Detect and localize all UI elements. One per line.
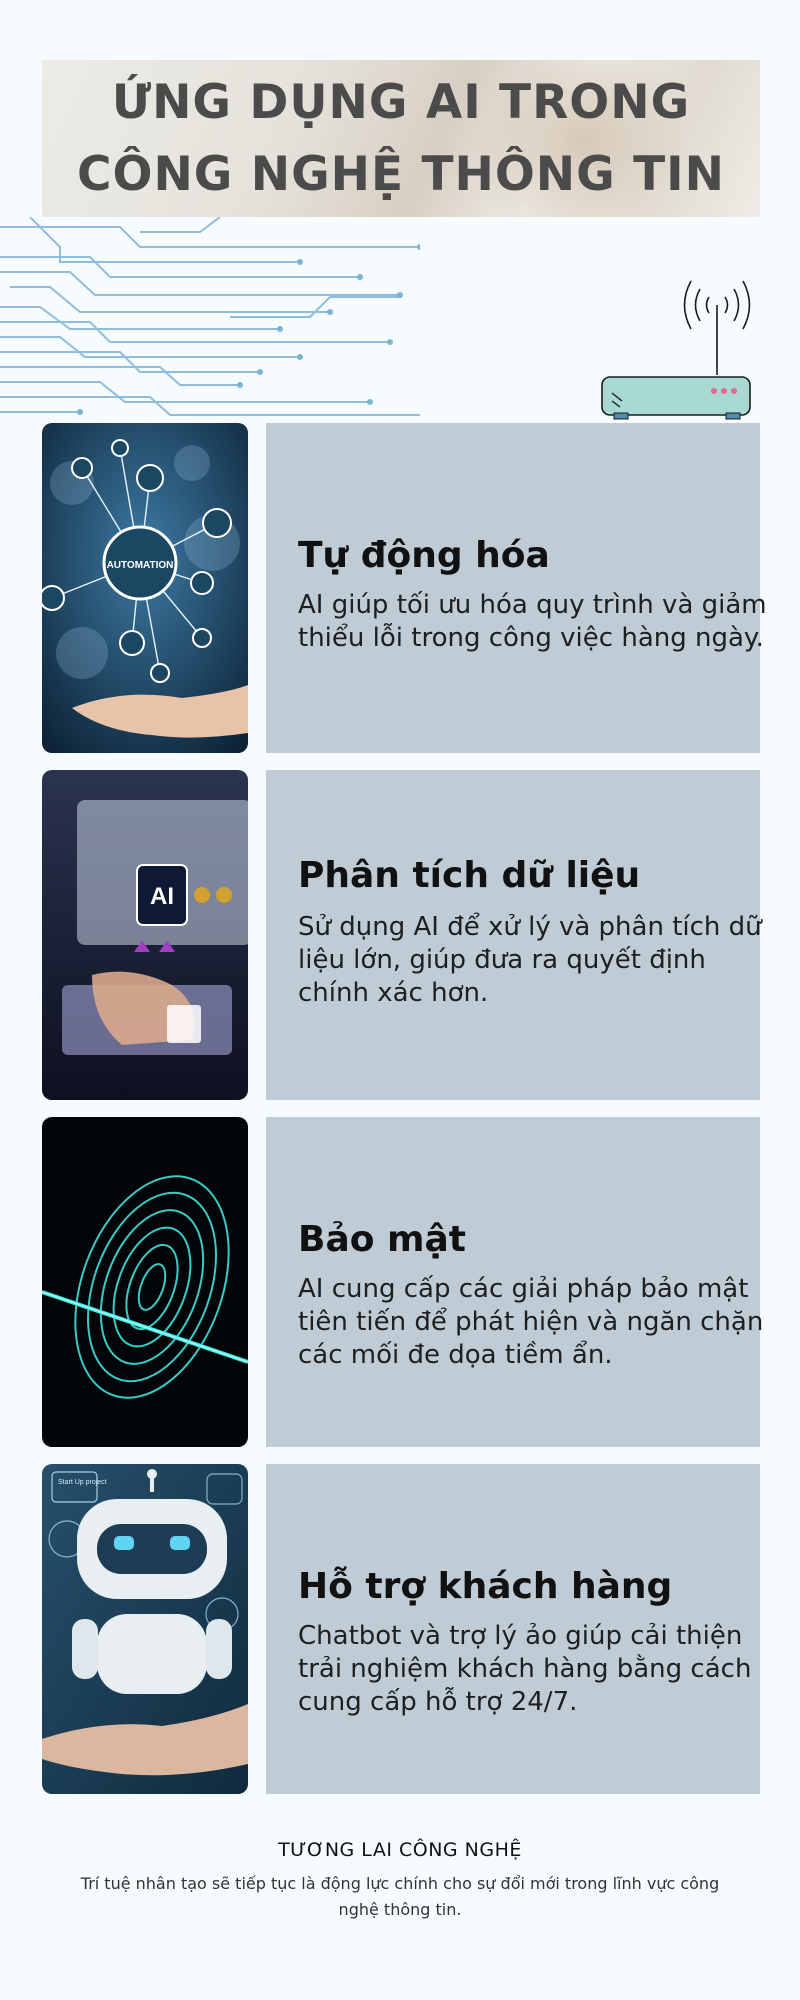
security-image (42, 1117, 248, 1447)
footer-title: TƯƠNG LAI CÔNG NGHỆ (278, 1839, 522, 1861)
footer-text: Trí tuệ nhân tạo sẽ tiếp tục là động lực… (80, 1874, 720, 1919)
data-analysis-heading: Phân tích dữ liệu (298, 855, 641, 896)
title-banner: ỨNG DỤNG AI TRONG CÔNG NGHỆ THÔNG TIN (42, 60, 760, 217)
security-heading: Bảo mật (298, 1219, 467, 1260)
customer-support-description: Chatbot và trợ lý ảo giúp cải thiện trải… (298, 1621, 752, 1717)
automation-label: AUTOMATION (107, 560, 174, 571)
security-description: AI cung cấp các giải pháp bảo mật tiên t… (298, 1274, 764, 1370)
automation-description: AI giúp tối ưu hóa quy trình và giảm thi… (298, 590, 767, 653)
data-analysis-image: AI (42, 770, 248, 1100)
section-data-analysis: AI Phân tích dữ liệu Sử dụng AI để xử lý… (42, 770, 762, 1100)
circuit-lines-decoration (0, 217, 420, 416)
section-automation: AUTOMATION Tự động hóa AI giúp tối ưu hó… (42, 423, 767, 753)
customer-support-heading: Hỗ trợ khách hàng (298, 1566, 673, 1607)
customer-support-panel: Hỗ trợ khách hàng Chatbot và trợ lý ảo g… (266, 1464, 760, 1794)
page-title-line-1: ỨNG DỤNG AI TRONG (111, 74, 691, 130)
automation-image: AUTOMATION (42, 423, 248, 753)
wifi-router-icon (601, 280, 751, 420)
ai-chip-label: AI (150, 883, 174, 910)
startup-label: Start Up project (58, 1479, 107, 1486)
data-analysis-description: Sử dụng AI để xử lý và phân tích dữ liệu… (298, 912, 762, 1008)
section-customer-support: Start Up project Hỗ trợ khách hàng Chatb… (42, 1464, 760, 1794)
security-panel: Bảo mật AI cung cấp các giải pháp bảo mậ… (266, 1117, 763, 1447)
section-security: Bảo mật AI cung cấp các giải pháp bảo mậ… (42, 1117, 763, 1447)
page-title-line-2: CÔNG NGHỆ THÔNG TIN (77, 146, 725, 202)
data-analysis-panel: Phân tích dữ liệu Sử dụng AI để xử lý và… (266, 770, 762, 1100)
customer-support-image: Start Up project (42, 1464, 248, 1794)
automation-panel: Tự động hóa AI giúp tối ưu hóa quy trình… (266, 423, 767, 753)
automation-heading: Tự động hóa (298, 535, 550, 576)
